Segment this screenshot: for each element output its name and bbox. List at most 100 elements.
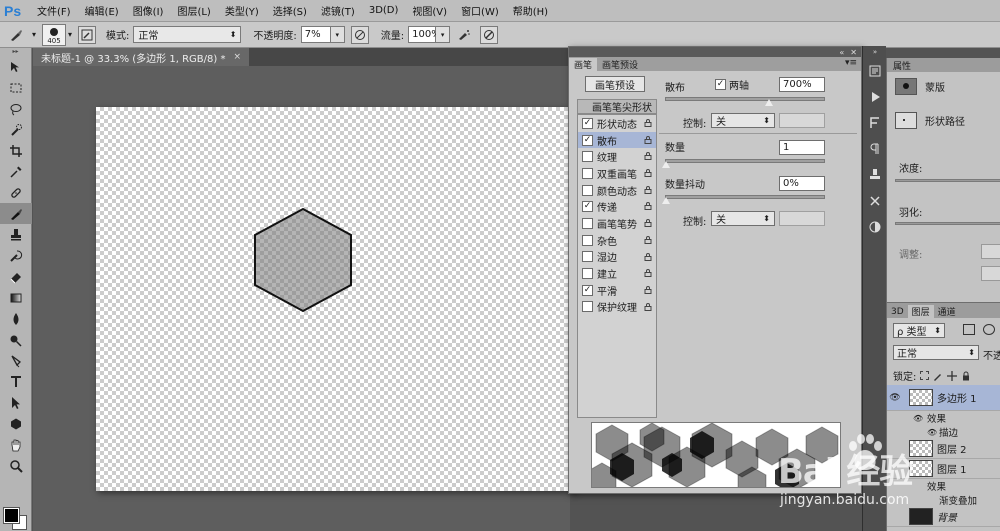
- image-filter-icon[interactable]: [963, 324, 975, 335]
- list-item[interactable]: 杂色: [578, 232, 656, 249]
- mask-row[interactable]: 蒙版: [887, 74, 1000, 98]
- density-slider[interactable]: [895, 179, 1000, 182]
- list-item[interactable]: ✓ 平滑: [578, 282, 656, 299]
- count-jitter-input[interactable]: 0%: [779, 176, 825, 191]
- lock-icon[interactable]: [644, 302, 652, 311]
- lock-icon[interactable]: [644, 152, 652, 161]
- crop-tool-icon[interactable]: [0, 140, 32, 161]
- lock-all-icon[interactable]: [961, 371, 971, 381]
- airbrush-icon[interactable]: [454, 25, 474, 45]
- preset-dropdown-arrow-icon[interactable]: ▾: [32, 30, 36, 39]
- character-panel-icon[interactable]: [864, 112, 886, 134]
- scatter-input[interactable]: 700%: [779, 77, 825, 92]
- type-tool-icon[interactable]: [0, 371, 32, 392]
- slider-thumb[interactable]: [662, 161, 670, 168]
- list-item[interactable]: 建立: [578, 265, 656, 282]
- healing-brush-tool-icon[interactable]: [0, 182, 32, 203]
- menu-view[interactable]: 视图(V): [405, 3, 454, 18]
- panel-menu-icon[interactable]: ▾≡: [845, 58, 857, 68]
- checkbox[interactable]: [582, 268, 593, 280]
- path-selection-tool-icon[interactable]: [0, 392, 32, 413]
- list-item[interactable]: 颜色动态: [578, 182, 656, 199]
- eye-icon[interactable]: 👁: [927, 428, 937, 437]
- adjustments-panel-icon[interactable]: [864, 216, 886, 238]
- lock-icon[interactable]: [644, 219, 652, 228]
- quick-selection-tool-icon[interactable]: [0, 119, 32, 140]
- lock-icon[interactable]: [644, 202, 652, 211]
- both-axes-checkbox[interactable]: ✓: [715, 79, 726, 90]
- lock-icon[interactable]: [644, 169, 652, 178]
- count-jitter-slider[interactable]: [665, 195, 825, 199]
- menu-edit[interactable]: 编辑(E): [78, 3, 126, 18]
- hexagon-shape[interactable]: [252, 207, 354, 313]
- menu-filter[interactable]: 滤镜(T): [314, 3, 362, 18]
- lock-position-icon[interactable]: [947, 370, 958, 381]
- tab-channels[interactable]: 通道: [934, 305, 960, 318]
- menu-type[interactable]: 类型(Y): [218, 3, 266, 18]
- mode-dropdown[interactable]: 正常 ⬍: [133, 26, 242, 43]
- brush-picker-arrow-icon[interactable]: ▾: [68, 30, 72, 39]
- zoom-tool-icon[interactable]: [0, 455, 32, 476]
- scatter-slider[interactable]: [665, 97, 825, 101]
- tab-layers[interactable]: 图层: [907, 305, 934, 318]
- eraser-tool-icon[interactable]: [0, 266, 32, 287]
- feather-slider[interactable]: [895, 222, 1000, 225]
- layer-row[interactable]: 图层 2: [887, 439, 1000, 459]
- checkbox[interactable]: [582, 151, 593, 163]
- lock-icon[interactable]: [644, 269, 652, 278]
- tab-brush[interactable]: 画笔: [569, 58, 598, 71]
- control-dropdown[interactable]: 关 ⬍: [711, 113, 775, 128]
- lock-icon[interactable]: [644, 285, 652, 294]
- pen-tool-icon[interactable]: [0, 350, 32, 371]
- shape-path-row[interactable]: 形状路径: [887, 108, 1000, 132]
- checkbox[interactable]: ✓: [582, 201, 593, 213]
- list-item[interactable]: 画笔笔势: [578, 215, 656, 232]
- checkbox[interactable]: [582, 301, 593, 313]
- blur-tool-icon[interactable]: [0, 308, 32, 329]
- list-item[interactable]: ✓ 形状动态: [578, 115, 656, 132]
- tool-presets-panel-icon[interactable]: [864, 190, 886, 212]
- dodge-tool-icon[interactable]: [0, 329, 32, 350]
- lock-transparency-icon[interactable]: [920, 371, 930, 380]
- close-panel-icon[interactable]: ✕: [850, 48, 857, 57]
- count-input[interactable]: 1: [779, 140, 825, 155]
- checkbox[interactable]: ✓: [582, 117, 593, 129]
- menu-layer[interactable]: 图层(L): [170, 3, 217, 18]
- pressure-size-icon[interactable]: [480, 25, 499, 44]
- lock-icon[interactable]: [644, 135, 652, 144]
- marquee-tool-icon[interactable]: [0, 77, 32, 98]
- slider-thumb[interactable]: [765, 99, 773, 106]
- menu-window[interactable]: 窗口(W): [454, 3, 506, 18]
- layer-row[interactable]: 背景: [887, 507, 1000, 527]
- toolbar-grip[interactable]: ▸▸: [0, 48, 31, 56]
- menu-image[interactable]: 图像(I): [126, 3, 171, 18]
- layer-effect-row[interactable]: 渐变叠加: [887, 493, 1000, 507]
- opacity-input[interactable]: 7%: [300, 26, 331, 43]
- count-slider[interactable]: [665, 159, 825, 163]
- layer-effect-row[interactable]: 👁 效果: [887, 411, 1000, 426]
- brush-panel-toggle-icon[interactable]: [78, 25, 97, 44]
- layer-row[interactable]: 图层 1: [887, 459, 1000, 479]
- lock-icon[interactable]: [644, 185, 652, 194]
- list-item[interactable]: 保护纹理: [578, 299, 656, 316]
- checkbox[interactable]: ✓: [582, 134, 593, 146]
- menu-file[interactable]: 文件(F): [30, 3, 78, 18]
- tab-brush-presets[interactable]: 画笔预设: [597, 58, 643, 71]
- layer-effect-row[interactable]: 效果: [887, 479, 1000, 493]
- lasso-tool-icon[interactable]: [0, 98, 32, 119]
- history-brush-tool-icon[interactable]: [0, 245, 32, 266]
- brush-tool-preset-icon[interactable]: [6, 25, 26, 45]
- list-item[interactable]: 纹理: [578, 148, 656, 165]
- eyedropper-tool-icon[interactable]: [0, 161, 32, 182]
- slider-thumb[interactable]: [662, 197, 670, 204]
- expand-dock-icon[interactable]: »: [864, 48, 886, 56]
- menu-3d[interactable]: 3D(D): [362, 5, 406, 16]
- lock-icon[interactable]: [644, 252, 652, 261]
- menu-select[interactable]: 选择(S): [266, 3, 314, 18]
- gradient-tool-icon[interactable]: [0, 287, 32, 308]
- brush-tool-icon[interactable]: [0, 203, 32, 224]
- shape-tool-icon[interactable]: [0, 413, 32, 434]
- collapse-panel-icon[interactable]: «: [839, 48, 844, 57]
- both-axes-option[interactable]: ✓ 两轴: [715, 77, 749, 92]
- panel-titlebar[interactable]: « ✕: [569, 47, 861, 57]
